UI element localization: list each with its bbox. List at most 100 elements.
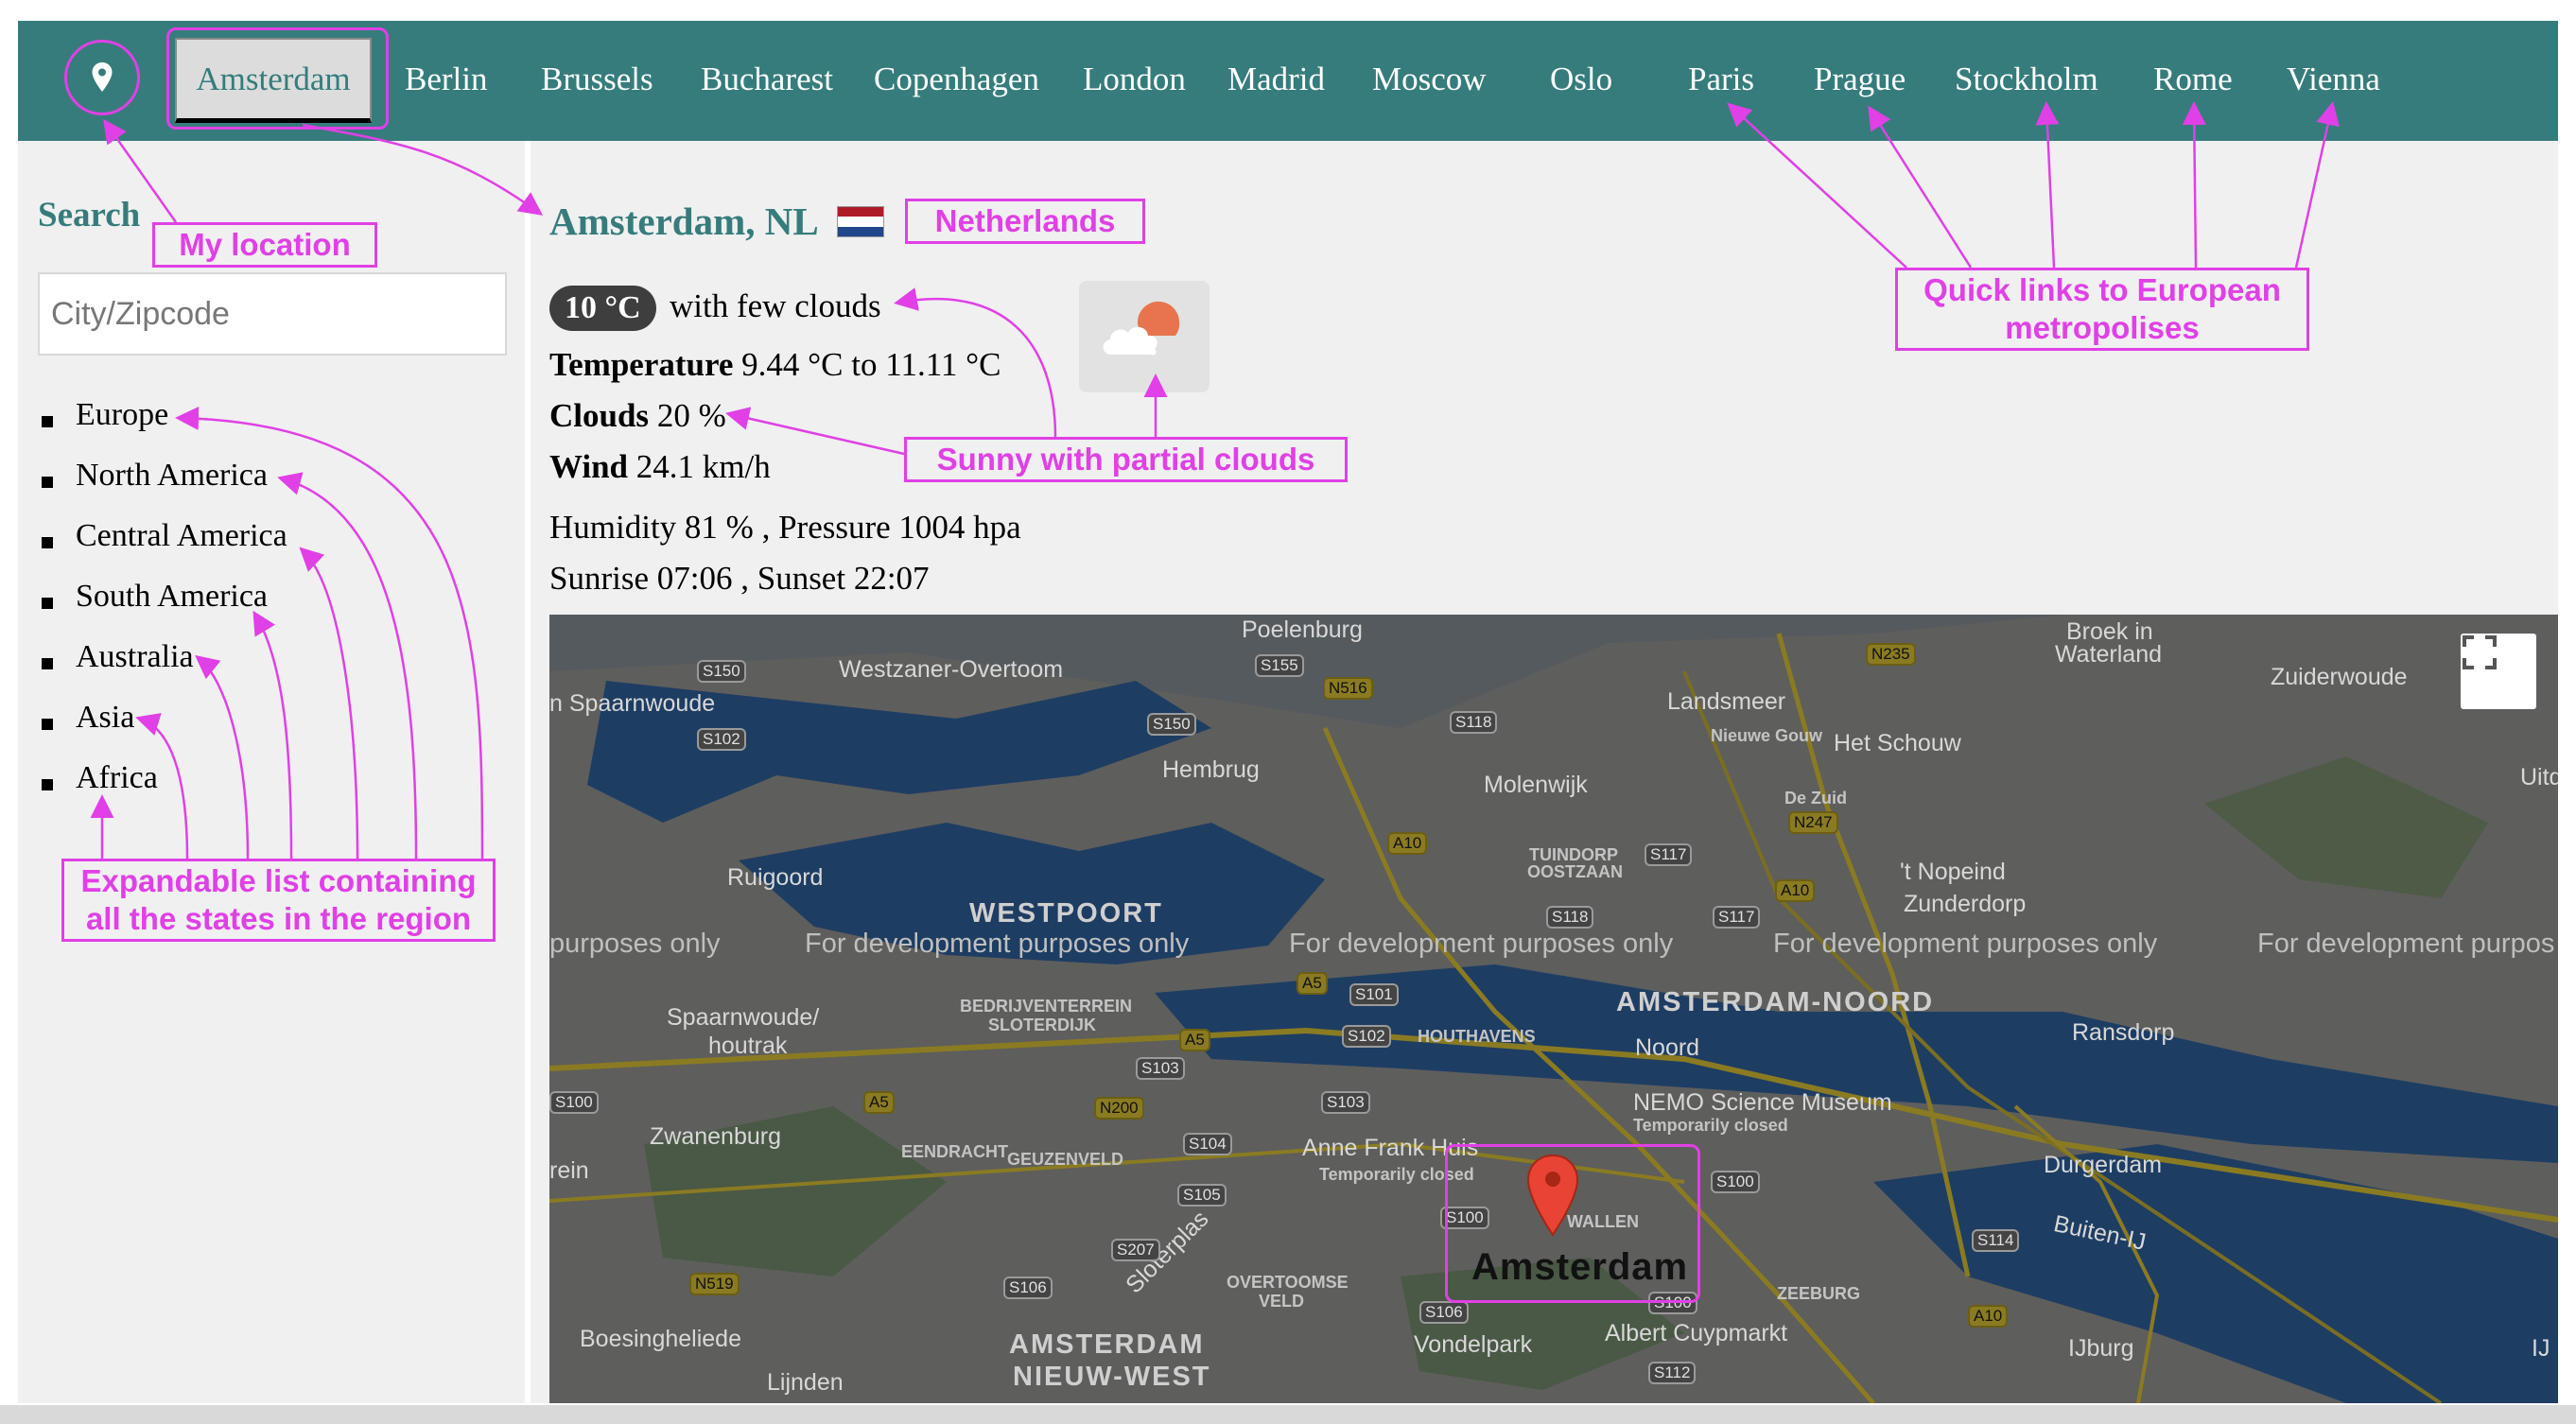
map-label: NIEUW-WEST (1013, 1362, 1211, 1392)
road-shield: S106 (1003, 1276, 1053, 1299)
map-label: Molenwijk (1484, 772, 1588, 798)
map-label: Durgerdam (2044, 1152, 2163, 1178)
map-label: WESTPOORT (969, 898, 1163, 929)
annotation-my-location: My location (152, 222, 377, 268)
road-shield: N519 (689, 1273, 740, 1295)
region-item-south-america[interactable]: South America (76, 579, 268, 615)
city-link-bucharest[interactable]: Bucharest (701, 61, 833, 98)
map-label: IJ (2532, 1335, 2550, 1362)
fullscreen-button[interactable] (2461, 634, 2536, 709)
humidity-pressure: Humidity 81 % , Pressure 1004 hpa (549, 509, 1021, 546)
map-label: Nieuwe Gouw (1711, 726, 1823, 745)
map-label: Spaarnwoude/ (667, 1004, 820, 1031)
road-shield: A10 (1775, 879, 1816, 902)
road-shield: S102 (697, 728, 746, 751)
map-label: Het Schouw (1834, 730, 1961, 756)
road-shield: S150 (1147, 713, 1196, 736)
city-link-london[interactable]: London (1083, 61, 1186, 98)
region-item-africa[interactable]: Africa (76, 760, 158, 796)
netherlands-flag-icon (837, 206, 884, 237)
region-item-north-america[interactable]: North America (76, 458, 268, 494)
annotation-netherlands: Netherlands (905, 199, 1145, 244)
city-link-prague[interactable]: Prague (1814, 61, 1906, 98)
city-tab-active[interactable]: Amsterdam (175, 38, 372, 123)
road-shield: S106 (1419, 1301, 1469, 1324)
road-shield: S104 (1183, 1133, 1232, 1155)
city-link-moscow[interactable]: Moscow (1372, 61, 1487, 98)
horizontal-scrollbar[interactable] (0, 1405, 2576, 1424)
wind-value: 24.1 km/h (635, 448, 771, 485)
flag-stripe-blue (838, 226, 883, 236)
map-label: Lijnden (767, 1369, 844, 1396)
city-link-copenhagen[interactable]: Copenhagen (874, 61, 1039, 98)
map-label: OOSTZAAN (1527, 862, 1623, 881)
road-shield: A10 (1387, 832, 1428, 855)
map-label: Vondelpark (1414, 1331, 1533, 1358)
list-bullet (42, 598, 53, 609)
road-shield: S207 (1111, 1239, 1160, 1261)
flag-stripe-red (838, 207, 883, 217)
temperature-value: 9.44 °C to 11.11 °C (741, 346, 1001, 383)
map-label: Landsmeer (1667, 688, 1786, 715)
wind-label: Wind (549, 448, 629, 485)
map-label: Temporarily closed (1633, 1116, 1788, 1135)
search-input[interactable] (38, 272, 507, 356)
annotation-quick-links: Quick links to European metropolises (1895, 268, 2309, 351)
road-shield: S100 (549, 1091, 599, 1114)
region-item-europe[interactable]: Europe (76, 397, 168, 433)
list-bullet (42, 658, 53, 669)
road-shield: S101 (1349, 983, 1399, 1006)
map-label: Westzaner-Overtoom (839, 656, 1064, 683)
region-item-asia[interactable]: Asia (76, 700, 134, 736)
city-link-brussels[interactable]: Brussels (541, 61, 653, 98)
temperature-label: Temperature (549, 346, 734, 383)
region-item-australia[interactable]: Australia (76, 639, 194, 675)
map-label: Boesingheliede (580, 1326, 741, 1352)
map-pin-icon (92, 62, 113, 92)
region-item-central-america[interactable]: Central America (76, 518, 287, 554)
map-label: 't Nopeind (1900, 859, 2006, 885)
road-shield: S118 (1546, 906, 1594, 929)
list-bullet (42, 537, 53, 548)
road-shield: S117 (1645, 843, 1693, 866)
road-shield: S103 (1321, 1091, 1370, 1114)
map-city-label: Amsterdam (1471, 1246, 1689, 1288)
road-shield: S155 (1255, 654, 1304, 677)
map-label: GEUZENVELD (1007, 1150, 1124, 1169)
city-link-stockholm[interactable]: Stockholm (1955, 61, 2098, 98)
road-shield: N247 (1788, 811, 1838, 834)
road-shield: N235 (1866, 643, 1916, 666)
dev-notice: For development purposes only (1773, 929, 2158, 959)
search-title: Search (38, 196, 141, 234)
sunrise-sunset: Sunrise 07:06 , Sunset 22:07 (549, 560, 930, 597)
map-label: NEMO Science Museum (1633, 1089, 1892, 1116)
road-shield: S150 (697, 660, 746, 683)
dev-notice: For development purposes only (1289, 929, 1674, 959)
city-link-vienna[interactable]: Vienna (2287, 61, 2380, 98)
map-label: AMSTERDAM-NOORD (1616, 987, 1935, 1017)
road-shield: A5 (863, 1091, 895, 1114)
road-shield: A5 (1179, 1029, 1210, 1051)
city-link-madrid[interactable]: Madrid (1227, 61, 1325, 98)
map-label: n Spaarnwoude (549, 690, 716, 717)
city-link-berlin[interactable]: Berlin (405, 61, 487, 98)
map-label: Ransdorp (2072, 1019, 2175, 1046)
map-label: De Zuid (1784, 789, 1847, 808)
my-location-button[interactable] (64, 40, 140, 115)
weather-condition: with few clouds (670, 287, 881, 324)
road-shield: S100 (1711, 1171, 1760, 1193)
road-shield: S114 (1972, 1229, 2020, 1252)
list-bullet (42, 779, 53, 790)
road-shield: N200 (1094, 1097, 1144, 1120)
city-link-paris[interactable]: Paris (1688, 61, 1754, 98)
annotation-expandable-line2: all the states in the region (85, 901, 472, 936)
city-link-oslo[interactable]: Oslo (1550, 61, 1612, 98)
map-label: rein (549, 1157, 589, 1184)
annotation-expandable-list: Expandable list containing all the state… (61, 859, 496, 942)
map-label: Noord (1635, 1034, 1700, 1061)
map-label: EENDRACHT (901, 1142, 1009, 1161)
city-link-rome[interactable]: Rome (2153, 61, 2233, 98)
map-label: Poelenburg (1242, 616, 1363, 643)
annotation-quick-links-line2: metropolises (2005, 310, 2200, 345)
annotation-quick-links-line1: Quick links to European (1923, 272, 2281, 307)
